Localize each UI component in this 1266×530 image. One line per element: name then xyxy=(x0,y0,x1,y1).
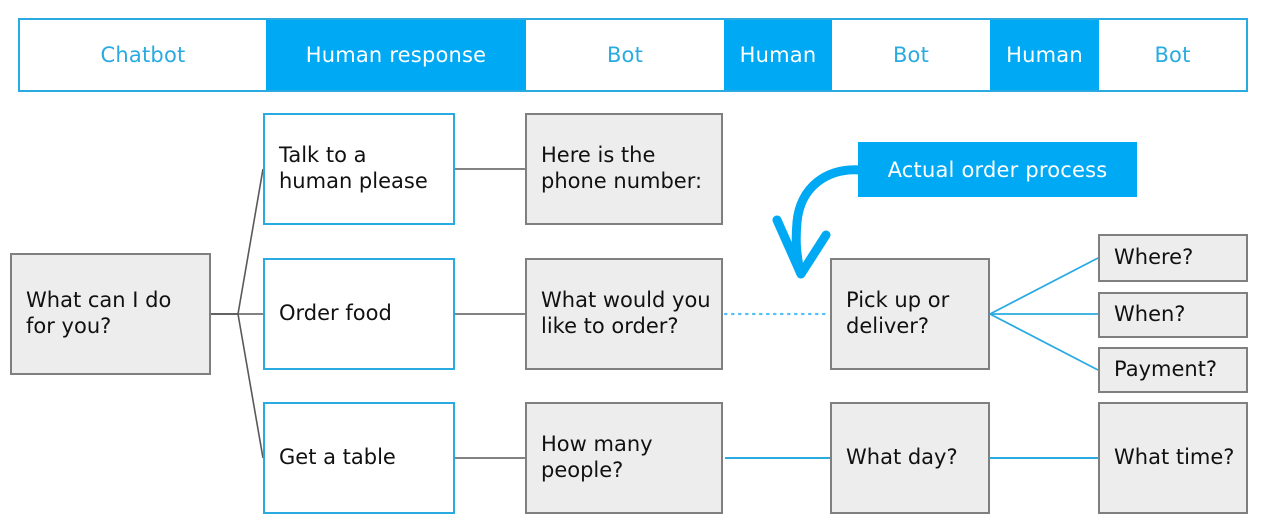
node-label: Payment? xyxy=(1114,357,1218,382)
node-label: What day? xyxy=(846,445,958,470)
node-label: Pick up or deliver? xyxy=(846,288,950,338)
tab-human-1[interactable]: Human xyxy=(724,20,832,90)
callout-label: Actual order process xyxy=(887,157,1108,182)
node-what-would-you-order[interactable]: What would you like to order? xyxy=(525,258,723,370)
node-label: Here is the phone number: xyxy=(541,143,703,193)
node-label: What time? xyxy=(1114,445,1235,470)
node-label: Where? xyxy=(1114,245,1194,270)
node-root[interactable]: What can I do for you? xyxy=(10,253,211,375)
link-root-to-get-table xyxy=(211,313,264,459)
link-root-to-talk-human xyxy=(211,168,264,315)
node-talk-to-human[interactable]: Talk to a human please xyxy=(263,113,455,225)
tab-chatbot[interactable]: Chatbot xyxy=(20,20,266,90)
tab-label: Bot xyxy=(606,43,644,67)
node-label: Get a table xyxy=(279,445,396,470)
node-order-food[interactable]: Order food xyxy=(263,258,455,370)
node-payment[interactable]: Payment? xyxy=(1098,347,1248,393)
callout-actual-order-process: Actual order process xyxy=(858,142,1137,197)
node-when[interactable]: When? xyxy=(1098,292,1248,338)
node-label: When? xyxy=(1114,302,1186,327)
node-label: Talk to a human please xyxy=(279,143,428,193)
node-phone-number[interactable]: Here is the phone number: xyxy=(525,113,723,225)
node-label: What can I do for you? xyxy=(26,288,172,338)
link-pickup-to-where xyxy=(989,257,1099,315)
tab-label: Bot xyxy=(892,43,930,67)
node-what-day[interactable]: What day? xyxy=(830,402,990,514)
node-label: Order food xyxy=(279,301,392,326)
tab-bot-1[interactable]: Bot xyxy=(526,20,724,90)
tab-label: Bot xyxy=(1154,43,1191,67)
node-what-time[interactable]: What time? xyxy=(1098,402,1248,514)
conversation-role-tabbar: Chatbot Human response Bot Human Bot Hum… xyxy=(18,18,1248,92)
tab-label: Chatbot xyxy=(100,43,186,67)
link-pickup-to-payment xyxy=(989,313,1099,371)
tab-label: Human response xyxy=(305,43,487,67)
tab-human-response[interactable]: Human response xyxy=(266,20,526,90)
node-how-many-people[interactable]: How many people? xyxy=(525,402,723,514)
tab-bot-3[interactable]: Bot xyxy=(1099,20,1246,90)
node-get-a-table[interactable]: Get a table xyxy=(263,402,455,514)
tab-label: Human xyxy=(1006,43,1083,67)
tab-label: Human xyxy=(739,43,817,67)
tab-bot-2[interactable]: Bot xyxy=(832,20,990,90)
tab-human-2[interactable]: Human xyxy=(990,20,1099,90)
node-where[interactable]: Where? xyxy=(1098,234,1248,282)
slide-canvas: Chatbot Human response Bot Human Bot Hum… xyxy=(0,0,1266,530)
node-pickup-or-deliver[interactable]: Pick up or deliver? xyxy=(830,258,990,370)
node-label: How many people? xyxy=(541,432,653,482)
node-label: What would you like to order? xyxy=(541,288,711,338)
